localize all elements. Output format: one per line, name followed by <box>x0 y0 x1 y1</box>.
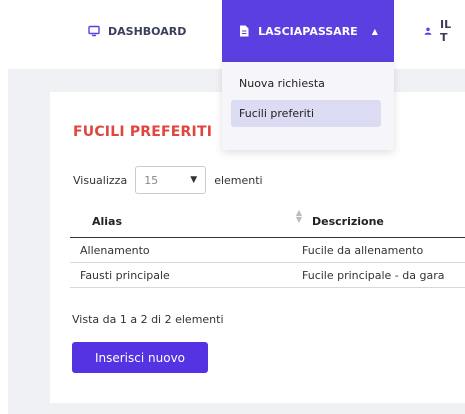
nav-dashboard[interactable]: DASHBOARD <box>74 0 200 62</box>
cell-descrizione: Fucile da allenamento <box>302 243 424 257</box>
lasciapassare-dropdown-menu: Nuova richiesta Fucili preferiti <box>222 62 394 150</box>
menu-item-nuova-richiesta[interactable]: Nuova richiesta <box>231 70 381 97</box>
nav-dashboard-label: DASHBOARD <box>108 24 187 38</box>
column-header-descrizione-label: Descrizione <box>312 215 384 228</box>
column-header-alias-label: Alias <box>92 215 123 228</box>
table-row[interactable]: Allenamento Fucile da allenamento <box>70 238 465 263</box>
cell-alias: Allenamento <box>80 243 150 257</box>
menu-item-fucili-preferiti[interactable]: Fucili preferiti <box>231 100 381 127</box>
document-icon <box>240 25 249 37</box>
nav-user[interactable]: IL T <box>412 0 465 62</box>
monitor-icon <box>88 25 100 37</box>
show-suffix-label: elementi <box>214 173 263 187</box>
cell-alias: Fausti principale <box>80 268 170 282</box>
entries-length-control: Visualizza 15 ▼ elementi <box>73 166 263 194</box>
table-header-row: Alias ▲ ▼ Descrizione <box>70 206 465 238</box>
table-info-text: Vista da 1 a 2 di 2 elementi <box>72 313 224 326</box>
column-header-alias[interactable]: Alias ▲ ▼ <box>70 209 302 229</box>
add-new-button[interactable]: Inserisci nuovo <box>72 342 208 373</box>
page-title: FUCILI PREFERITI <box>73 124 213 140</box>
menu-item-label: Nuova richiesta <box>239 77 325 90</box>
entries-select-value: 15 <box>144 173 159 187</box>
nav-lasciapassare[interactable]: LASCIAPASSARE ▲ <box>222 0 394 62</box>
caret-up-icon: ▲ <box>371 26 378 36</box>
show-prefix-label: Visualizza <box>73 173 128 187</box>
nav-lasciapassare-label: LASCIAPASSARE <box>258 24 358 38</box>
top-navbar: DASHBOARD LASCIAPASSARE ▲ IL T <box>0 0 465 62</box>
favorites-table: Alias ▲ ▼ Descrizione Allenamento Fucile … <box>70 206 465 288</box>
column-header-descrizione[interactable]: Descrizione <box>298 215 465 228</box>
nav-user-label: IL T <box>440 18 452 44</box>
entries-select[interactable]: 15 ▼ <box>135 166 207 194</box>
table-row[interactable]: Fausti principale Fucile principale - da… <box>70 263 465 288</box>
sort-icon[interactable]: ▲ ▼ <box>296 209 302 224</box>
add-new-button-label: Inserisci nuovo <box>94 350 186 365</box>
user-icon <box>424 27 432 35</box>
cell-descrizione: Fucile principale - da gara <box>302 268 445 282</box>
menu-item-label: Fucili preferiti <box>239 107 315 120</box>
chevron-down-icon: ▼ <box>190 175 198 185</box>
